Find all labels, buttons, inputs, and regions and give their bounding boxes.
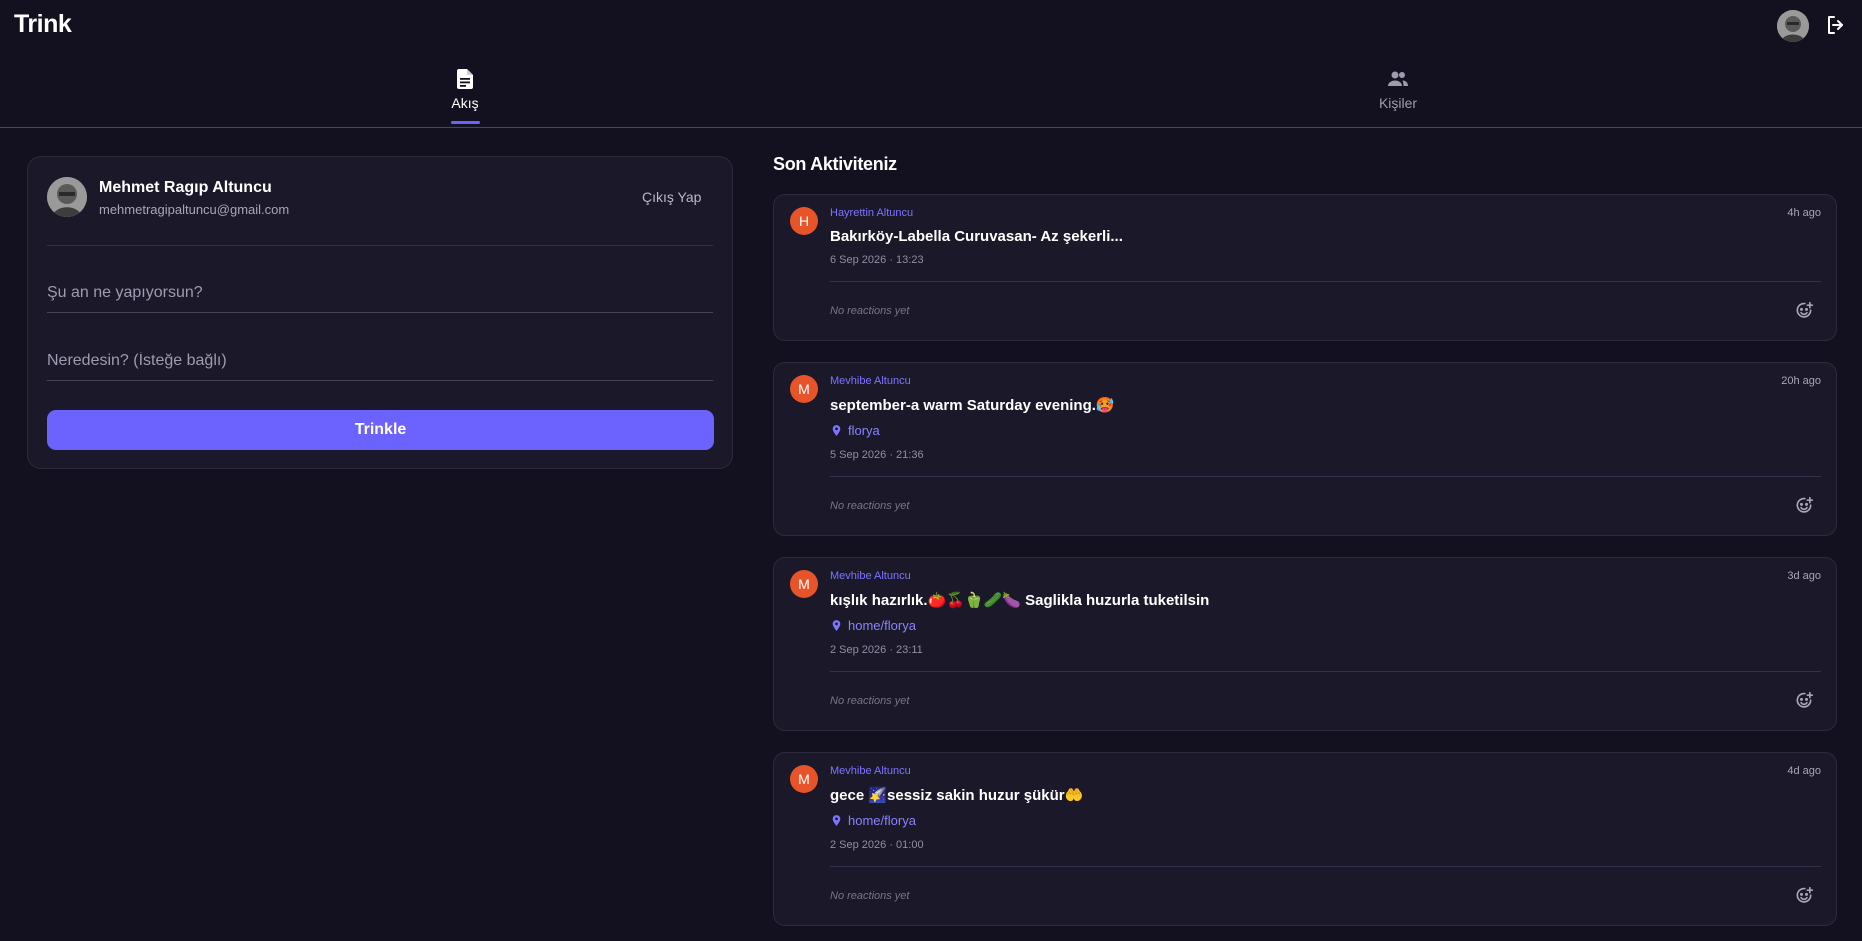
post-divider xyxy=(830,281,1821,282)
post-location[interactable]: home/florya xyxy=(830,618,916,633)
status-input[interactable] xyxy=(47,273,713,313)
people-icon xyxy=(1388,71,1408,86)
post-text: september-a warm Saturday evening.🥵 xyxy=(830,397,1115,414)
top-bar: Trink xyxy=(0,0,1862,52)
tab-bar: Akış Kişiler xyxy=(0,52,1862,128)
add-reaction-icon[interactable] xyxy=(1794,691,1814,711)
activity-post: M Mevhibe Altuncu 4d ago gece 🌠sessiz sa… xyxy=(773,752,1837,926)
logout-icon[interactable] xyxy=(1824,13,1848,37)
post-date: 2 Sep 2026 · 01:00 xyxy=(830,839,924,851)
activity-title: Son Aktiviteniz xyxy=(773,154,897,174)
post-location[interactable]: home/florya xyxy=(830,813,916,828)
compose-divider xyxy=(47,245,713,246)
location-pin-icon xyxy=(832,815,841,826)
activity-post: M Mevhibe Altuncu 3d ago kışlık hazırlık… xyxy=(773,557,1837,731)
add-reaction-icon[interactable] xyxy=(1794,496,1814,516)
compose-user-name: Mehmet Ragıp Altuncu xyxy=(99,179,272,196)
activity-post: H Hayrettin Altuncu 4h ago Bakırköy-Labe… xyxy=(773,194,1837,341)
post-date: 5 Sep 2026 · 21:36 xyxy=(830,449,924,461)
post-time-ago: 4h ago xyxy=(1787,207,1821,219)
post-avatar: M xyxy=(790,570,818,598)
app-title: Trink xyxy=(14,10,72,38)
activity-post: M Mevhibe Altuncu 20h ago september-a wa… xyxy=(773,362,1837,536)
post-author[interactable]: Mevhibe Altuncu xyxy=(830,765,911,777)
post-divider xyxy=(830,866,1821,867)
post-reactions: No reactions yet xyxy=(830,500,910,512)
compose-user-email: mehmetragipaltuncu@gmail.com xyxy=(99,202,290,217)
location-pin-icon xyxy=(832,425,841,436)
post-time-ago: 3d ago xyxy=(1787,570,1821,582)
post-divider xyxy=(830,671,1821,672)
post-avatar: H xyxy=(790,207,818,235)
trinkle-button[interactable]: Trinkle xyxy=(47,410,714,450)
location-input[interactable] xyxy=(47,341,713,381)
post-time-ago: 4d ago xyxy=(1787,765,1821,777)
post-date: 6 Sep 2026 · 13:23 xyxy=(830,254,924,266)
post-location-label: florya xyxy=(848,423,880,438)
article-icon xyxy=(457,69,473,89)
add-reaction-icon[interactable] xyxy=(1794,886,1814,906)
active-tab-indicator xyxy=(451,121,480,124)
post-location[interactable]: florya xyxy=(830,423,880,438)
compose-avatar xyxy=(47,177,87,217)
post-time-ago: 20h ago xyxy=(1781,375,1821,387)
post-date: 2 Sep 2026 · 23:11 xyxy=(830,644,923,656)
post-reactions: No reactions yet xyxy=(830,890,910,902)
compose-card: Mehmet Ragıp Altuncu mehmetragipaltuncu@… xyxy=(27,156,733,469)
post-text: Bakırköy-Labella Curuvasan- Az şekerli..… xyxy=(830,228,1123,245)
post-avatar: M xyxy=(790,765,818,793)
tab-feed-label: Akış xyxy=(451,95,479,111)
post-author[interactable]: Hayrettin Altuncu xyxy=(830,207,913,219)
post-avatar: M xyxy=(790,375,818,403)
post-location-label: home/florya xyxy=(848,813,916,828)
post-reactions: No reactions yet xyxy=(830,695,910,707)
post-reactions: No reactions yet xyxy=(830,305,910,317)
post-text: gece 🌠sessiz sakin huzur şükür🤲 xyxy=(830,787,1084,804)
tab-feed[interactable]: Akış xyxy=(435,52,495,127)
post-location-label: home/florya xyxy=(848,618,916,633)
post-author[interactable]: Mevhibe Altuncu xyxy=(830,375,911,387)
post-author[interactable]: Mevhibe Altuncu xyxy=(830,570,911,582)
user-avatar[interactable] xyxy=(1777,10,1809,42)
add-reaction-icon[interactable] xyxy=(1794,301,1814,321)
post-divider xyxy=(830,476,1821,477)
tab-people[interactable]: Kişiler xyxy=(1358,52,1438,127)
location-pin-icon xyxy=(832,620,841,631)
signout-button[interactable]: Çıkış Yap xyxy=(642,189,701,205)
tab-people-label: Kişiler xyxy=(1378,95,1418,111)
post-text: kışlık hazırlık.🍅🍒🫑🥒🍆 Saglikla huzurla t… xyxy=(830,592,1210,609)
